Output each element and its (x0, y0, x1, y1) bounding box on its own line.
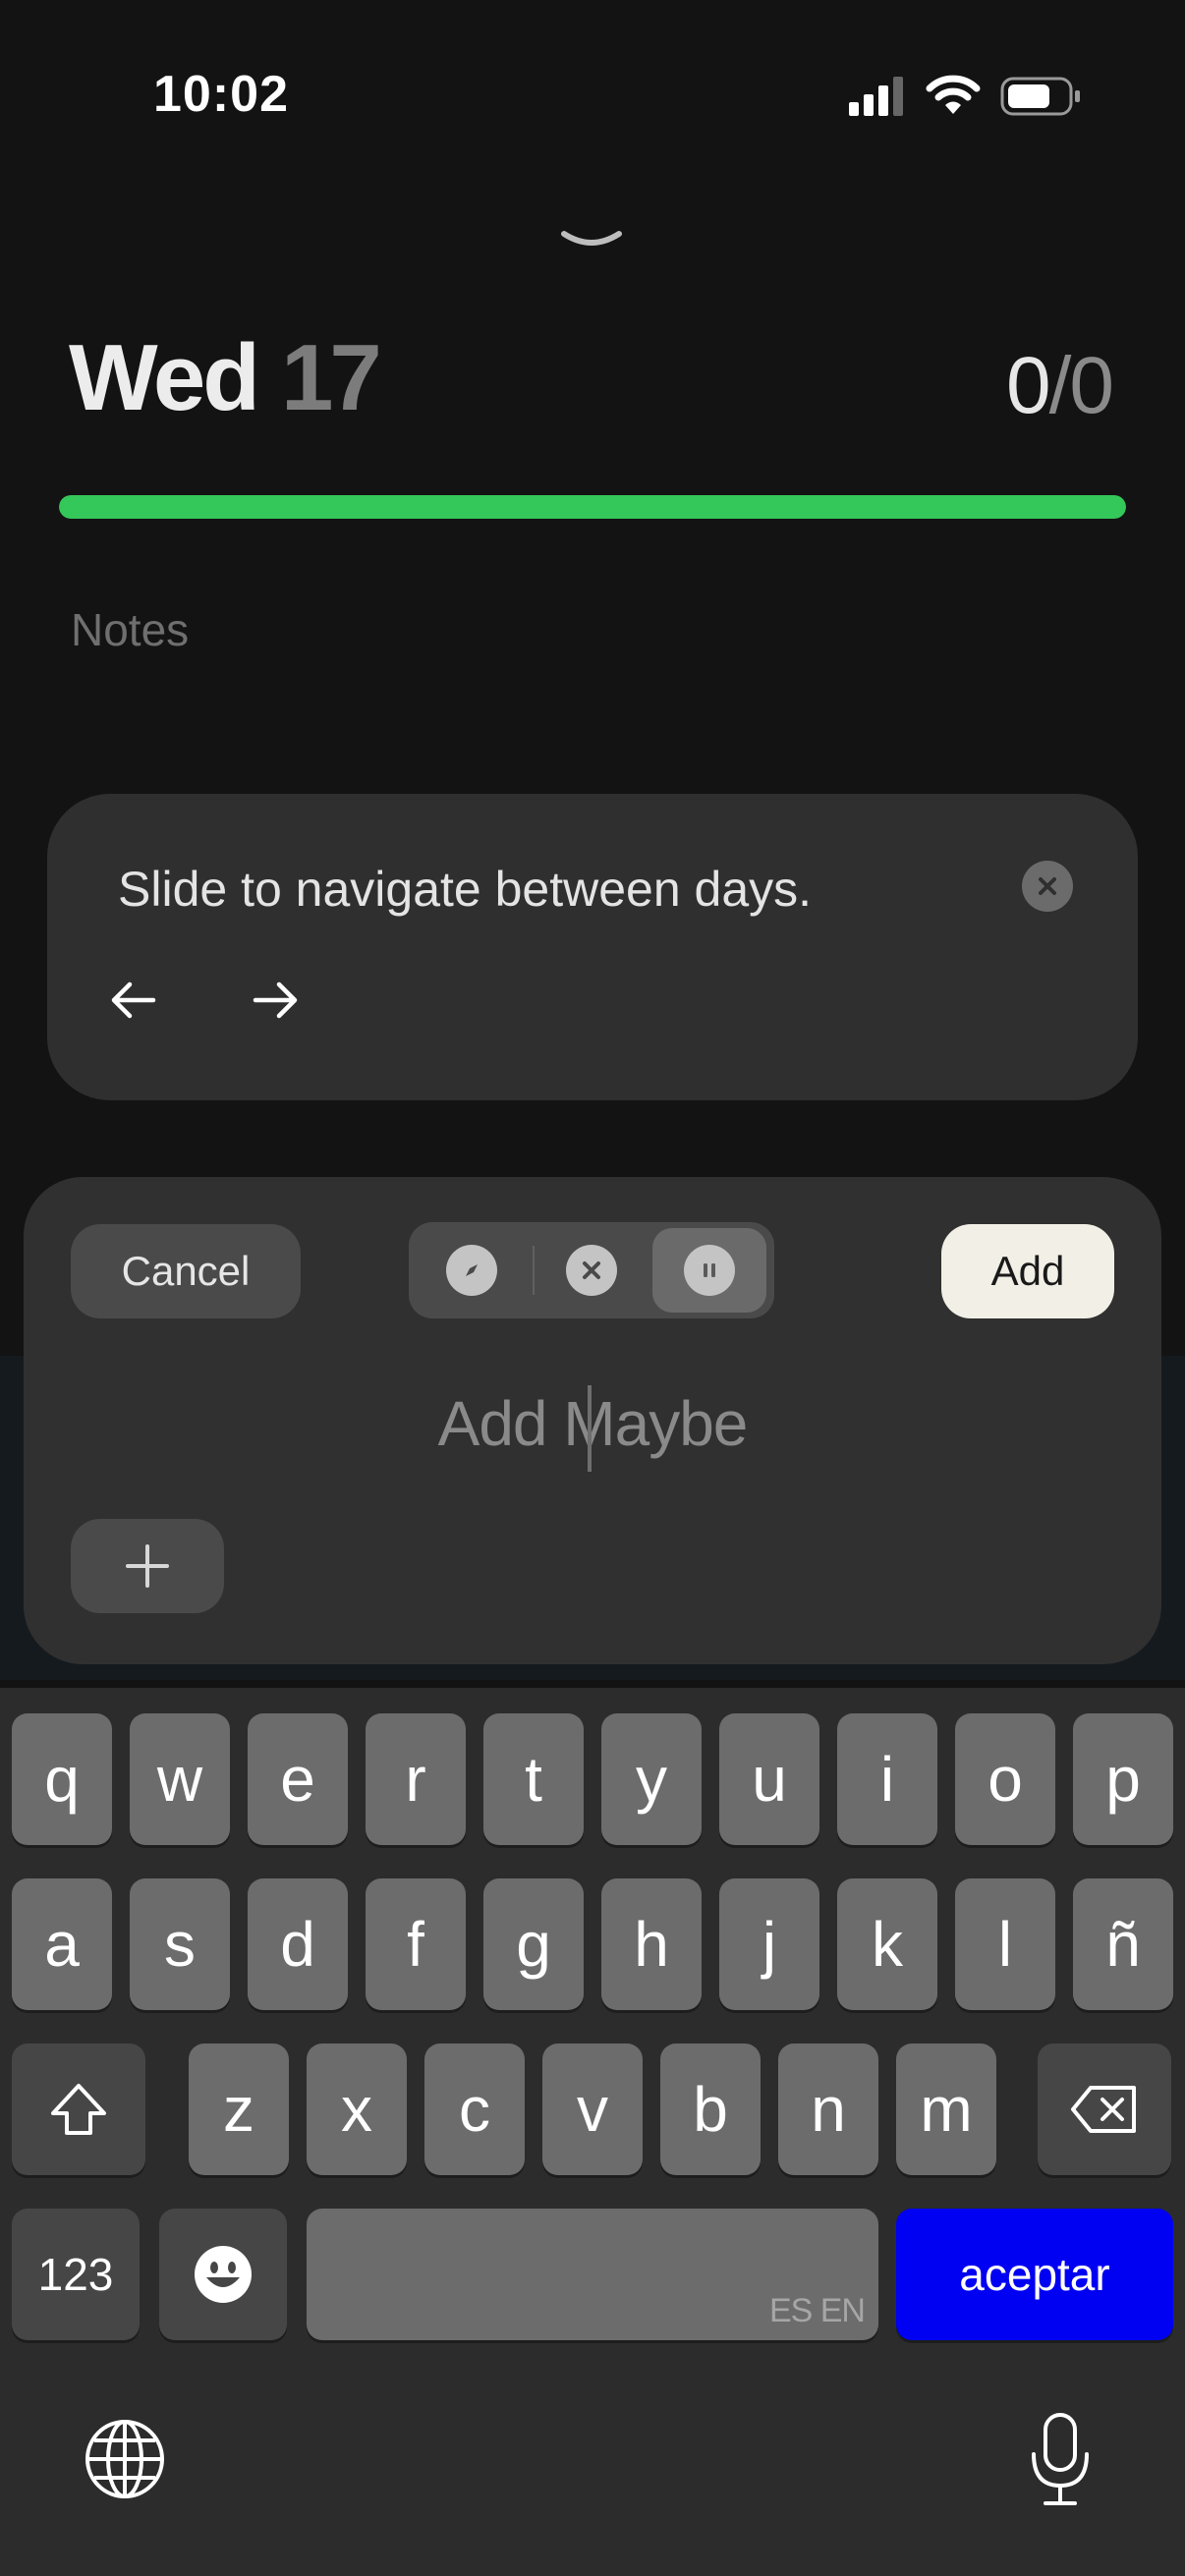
plus-icon (126, 1544, 169, 1588)
day-number: 17 (281, 325, 382, 430)
key-q[interactable]: q (12, 1713, 112, 1845)
key-f[interactable]: f (366, 1878, 466, 2010)
text-caret (588, 1385, 592, 1472)
x-circle-icon (583, 1261, 600, 1279)
shift-arrow-icon (51, 2084, 106, 2135)
task-count: 0/0 (1005, 340, 1114, 432)
total-count: 0 (1069, 341, 1114, 430)
shift-key[interactable] (12, 2044, 145, 2175)
close-icon (1039, 877, 1056, 895)
status-option-maybe[interactable] (652, 1228, 766, 1313)
day-name: Wed (69, 325, 260, 430)
status-segmented-control (409, 1222, 774, 1318)
space-languages: ES EN (768, 2292, 866, 2329)
globe-icon[interactable] (83, 2417, 167, 2501)
cancel-button[interactable]: Cancel (71, 1224, 301, 1318)
key-t[interactable]: t (483, 1713, 584, 1845)
key-l[interactable]: l (955, 1878, 1055, 2010)
wifi-icon (926, 75, 981, 114)
key-c[interactable]: c (424, 2044, 525, 2175)
backspace-icon (1071, 2086, 1136, 2133)
emoji-icon (195, 2246, 252, 2303)
key-n[interactable]: n (778, 2044, 878, 2175)
key-p[interactable]: p (1073, 1713, 1173, 1845)
key-w[interactable]: w (130, 1713, 230, 1845)
key-a[interactable]: a (12, 1878, 112, 2010)
collapse-chevron-icon[interactable] (556, 224, 627, 253)
key-z[interactable]: z (189, 2044, 289, 2175)
key-u[interactable]: u (719, 1713, 819, 1845)
key-r[interactable]: r (366, 1713, 466, 1845)
tip-text: Slide to navigate between days. (118, 862, 813, 917)
compass-icon (466, 1264, 478, 1276)
count-separator: / (1048, 341, 1072, 430)
pause-circle-icon (704, 1263, 715, 1277)
task-input[interactable]: Add Maybe (354, 1387, 831, 1459)
key-i[interactable]: i (837, 1713, 937, 1845)
numbers-key[interactable]: 123 (12, 2209, 140, 2340)
battery-icon (1000, 77, 1080, 116)
cellular-signal-icon (849, 77, 903, 116)
completed-count: 0 (1005, 341, 1051, 430)
key-g[interactable]: g (483, 1878, 584, 2010)
backspace-key[interactable] (1038, 2044, 1171, 2175)
tip-close-button[interactable] (1022, 861, 1073, 912)
space-key[interactable]: ES EN (307, 2209, 878, 2340)
progress-fill (59, 495, 1126, 519)
key-o[interactable]: o (955, 1713, 1055, 1845)
progress-bar (59, 495, 1126, 519)
key-e[interactable]: e (248, 1713, 348, 1845)
arrow-left-icon[interactable] (106, 973, 161, 1028)
microphone-icon[interactable] (1026, 2411, 1095, 2509)
status-time: 10:02 (153, 66, 289, 123)
key-y[interactable]: y (601, 1713, 702, 1845)
tip-card (47, 794, 1138, 1100)
key-h[interactable]: h (601, 1878, 702, 2010)
key-x[interactable]: x (307, 2044, 407, 2175)
status-option-compass[interactable] (415, 1222, 529, 1318)
key-k[interactable]: k (837, 1878, 937, 2010)
arrow-right-icon[interactable] (248, 973, 303, 1028)
key-ñ[interactable]: ñ (1073, 1878, 1173, 2010)
emoji-key[interactable] (159, 2209, 287, 2340)
key-v[interactable]: v (542, 2044, 643, 2175)
accept-key[interactable]: aceptar (896, 2209, 1173, 2340)
add-detail-button[interactable] (71, 1519, 224, 1613)
key-m[interactable]: m (896, 2044, 996, 2175)
key-s[interactable]: s (130, 1878, 230, 2010)
status-option-cancel[interactable] (535, 1222, 649, 1318)
add-button[interactable]: Add (941, 1224, 1114, 1318)
notes-field[interactable]: Notes (71, 603, 189, 656)
key-j[interactable]: j (719, 1878, 819, 2010)
key-b[interactable]: b (660, 2044, 761, 2175)
key-d[interactable]: d (248, 1878, 348, 2010)
